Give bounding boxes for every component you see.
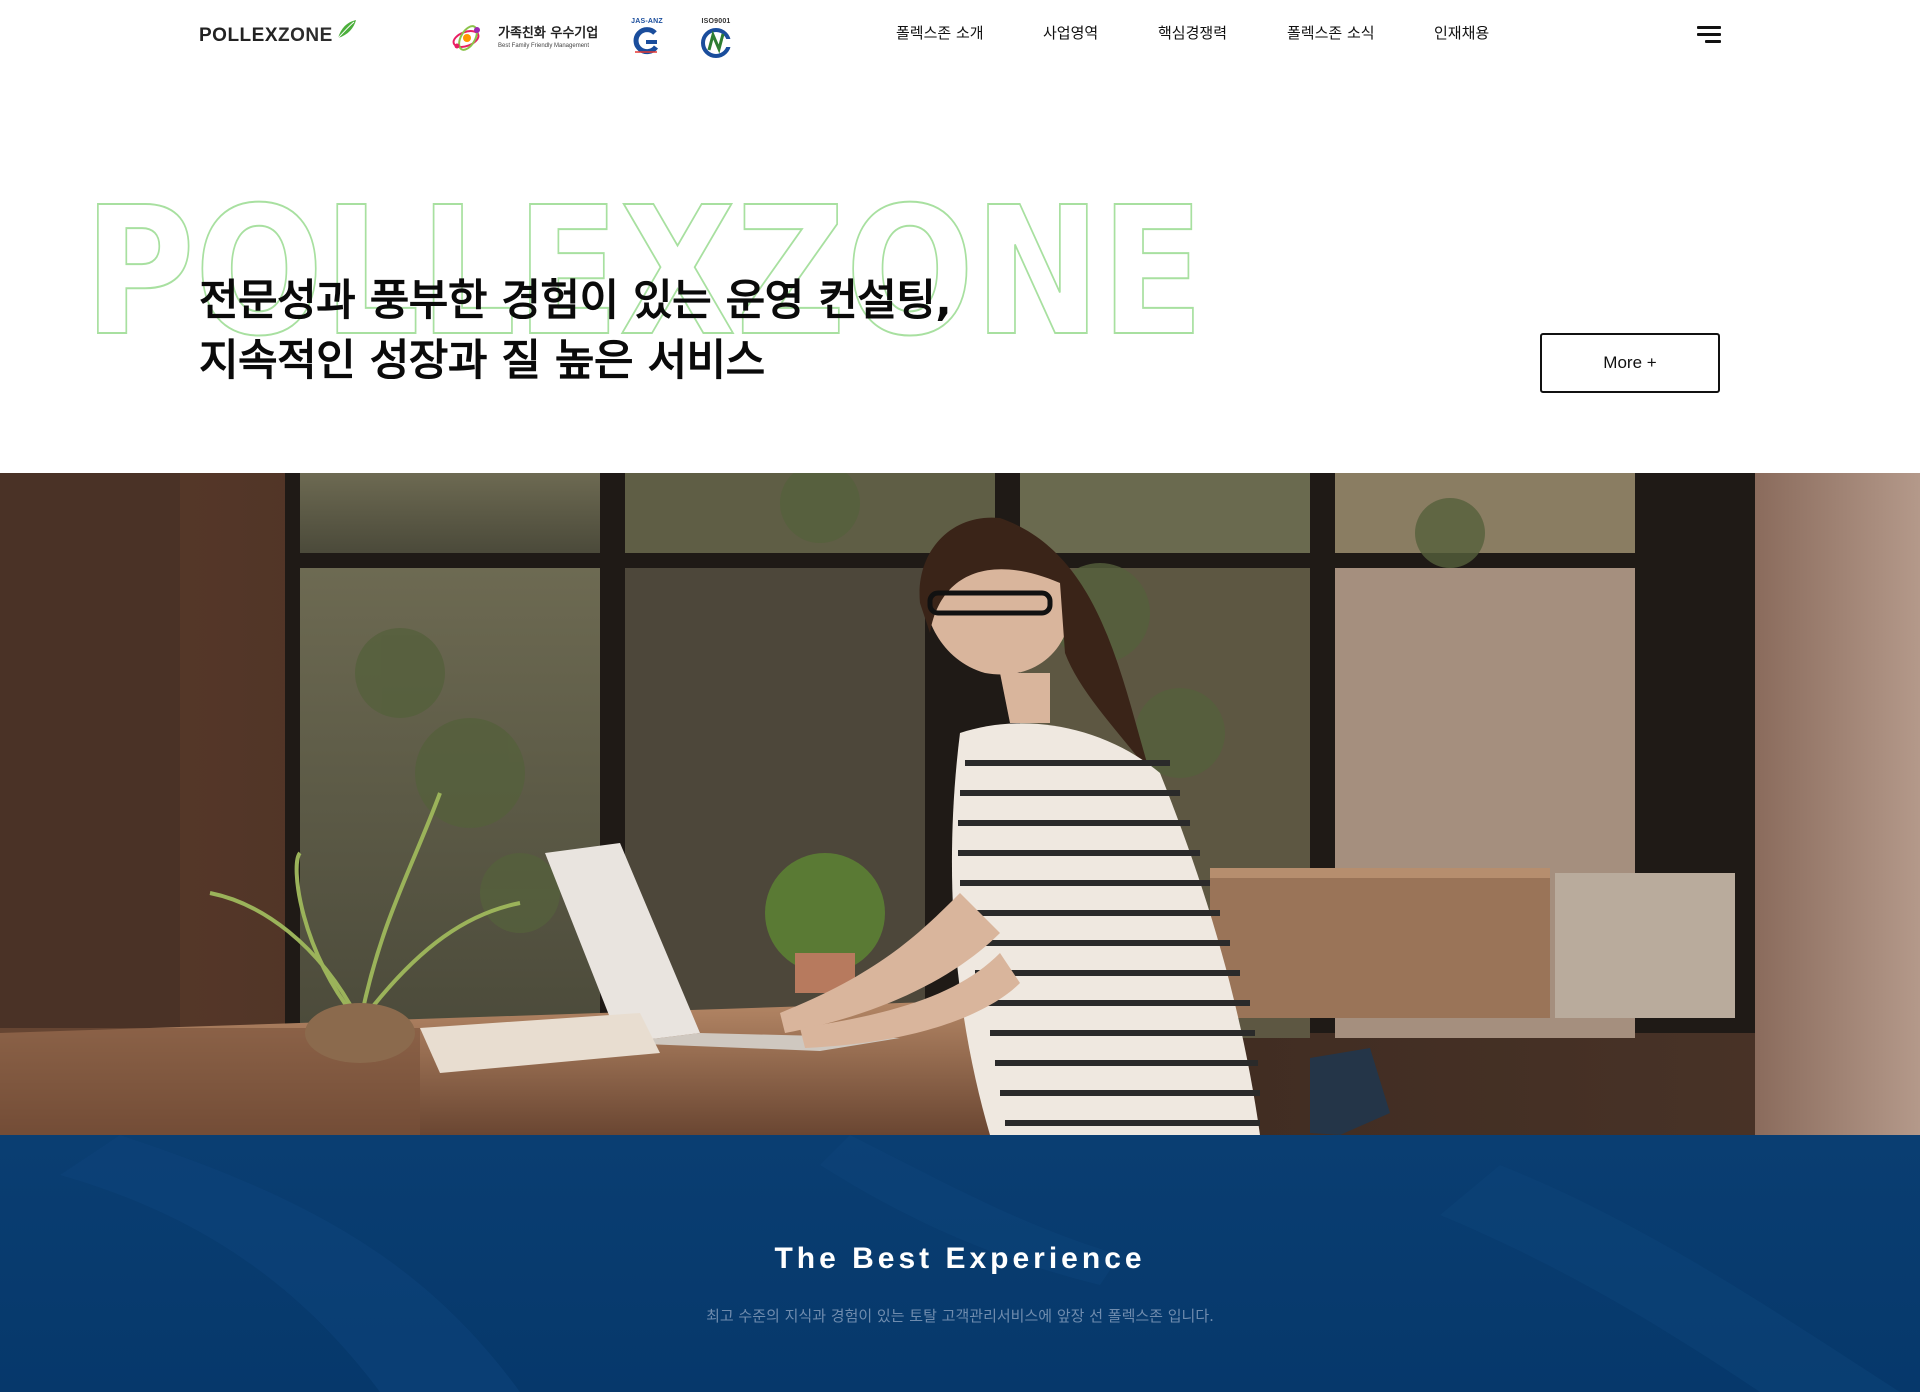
pollexzone-logo[interactable]: POLLEXZONE [199, 18, 357, 54]
jas-anz-badge: JAS-ANZ [627, 18, 667, 64]
family-friendly-certification: 가족친화 우수기업 Best Family Friendly Managemen… [450, 20, 598, 56]
iso9001-caption: ISO9001 [701, 18, 731, 25]
logo-text: POLLEXZONE [199, 25, 333, 46]
family-friendly-label: 가족친화 우수기업 [498, 26, 599, 41]
site-header: POLLEXZONE 가족친화 우수기업 Best Family Friendl… [0, 0, 1920, 70]
jas-anz-caption: JAS-ANZ [631, 18, 663, 25]
hamburger-icon[interactable] [1697, 26, 1721, 44]
hero-photo [0, 473, 1920, 1135]
jas-anz-logo-icon [633, 27, 659, 55]
more-button[interactable]: More + [1540, 333, 1720, 393]
leaf-icon [337, 20, 356, 39]
best-experience-section: The Best Experience 최고 수준의 지식과 경험이 있는 토탈… [0, 1135, 1920, 1392]
headline-line-2: 지속적인 성장과 질 높은 서비스 [199, 336, 765, 386]
nav-item-recruit[interactable]: 인재채용 [1434, 22, 1489, 43]
woman-working-on-laptop-image [0, 473, 1920, 1135]
band-title: The Best Experience [774, 1242, 1146, 1275]
family-friendly-emblem-icon [452, 25, 480, 51]
hero-headline: 전문성과 풍부한 경험이 있는 운영 컨설팅, 지속적인 성장과 질 높은 서비… [199, 271, 952, 391]
family-friendly-sublabel: Best Family Friendly Management [498, 43, 590, 49]
headline-line-1: 전문성과 풍부한 경험이 있는 운영 컨설팅, [199, 276, 952, 326]
iso9001-badge: ISO9001 [696, 18, 736, 64]
nav-item-about[interactable]: 폴렉스존 소개 [896, 22, 984, 43]
iso-logo-icon [701, 28, 732, 58]
nav-item-competency[interactable]: 핵심경쟁력 [1158, 22, 1227, 43]
nav-item-news[interactable]: 폴렉스존 소식 [1287, 22, 1375, 43]
hero-section: POLLEXZONE 전문성과 풍부한 경험이 있는 운영 컨설팅, 지속적인 … [0, 70, 1920, 473]
band-subtitle: 최고 수준의 지식과 경험이 있는 토탈 고객관리서비스에 앞장 선 폴렉스존 … [706, 1307, 1214, 1325]
nav-item-business[interactable]: 사업영역 [1043, 22, 1098, 43]
